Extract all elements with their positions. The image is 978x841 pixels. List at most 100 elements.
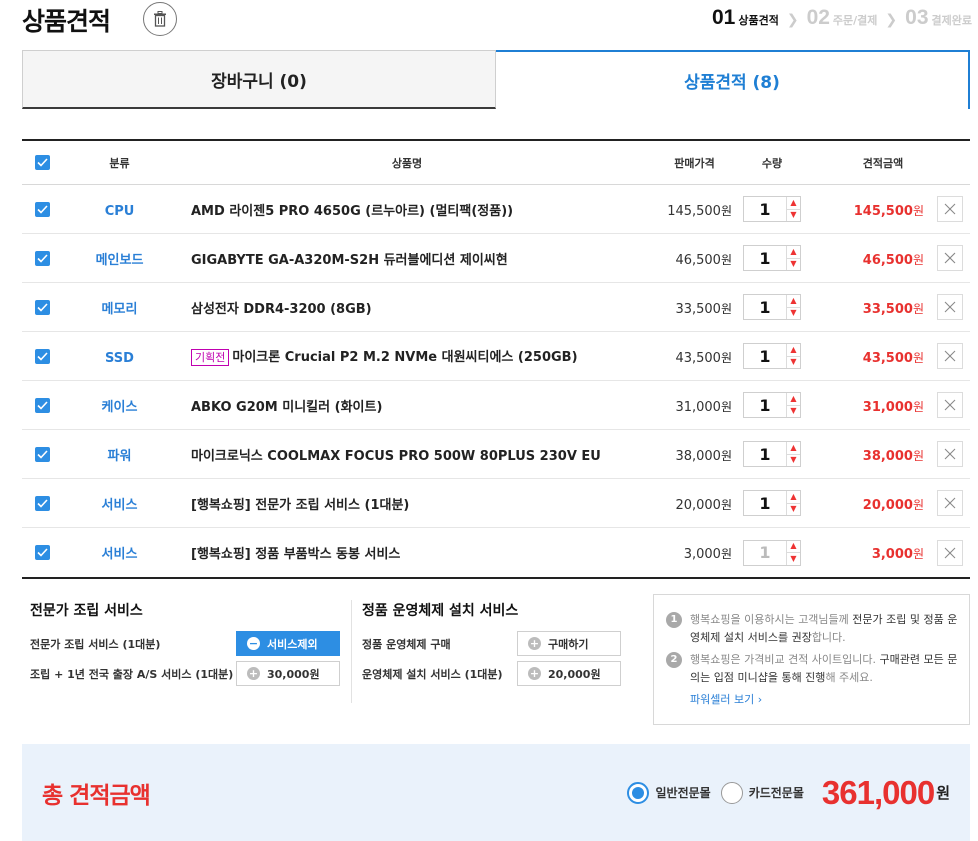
chevron-up-icon[interactable]: ▲ [787,295,800,307]
chevron-up-icon[interactable]: ▲ [787,393,800,405]
radio-general-mall[interactable]: 일반전문몰 [627,781,711,804]
quantity-value[interactable]: 1 [744,295,786,319]
row-category[interactable]: 서비스 [102,547,138,562]
os-install-add-button[interactable]: + 20,000원 [517,661,621,686]
row-category[interactable]: CPU [105,204,135,219]
check-icon [36,548,48,557]
chevron-up-icon[interactable]: ▲ [787,197,800,209]
tab-quote[interactable]: 상품견적 (8) [496,50,970,109]
radio-general-label: 일반전문몰 [655,786,711,800]
os-purchase-button[interactable]: + 구매하기 [517,631,621,656]
quantity-value[interactable]: 1 [744,197,786,221]
won-unit: 원 [720,547,732,561]
header-total: 견적금액 [862,156,904,170]
plus-circle-icon: + [528,637,541,650]
plus-circle-icon: + [247,667,260,680]
delete-row-button[interactable] [937,245,963,271]
row-product-name[interactable]: AMD 라이젠5 PRO 4650G (르누아르) (멀티팩(정품)) [191,204,513,219]
row-checkbox[interactable] [34,446,50,462]
promo-badge: 기획전 [191,349,230,366]
quantity-value[interactable]: 1 [744,541,786,565]
grand-total-amount: 361,000 [821,773,935,811]
row-product-name[interactable]: 삼성전자 DDR4-3200 (8GB) [191,302,372,317]
delete-row-button[interactable] [937,294,963,320]
row-category[interactable]: SSD [105,351,134,366]
table-row: 서비스 [행복쇼핑] 정품 부품박스 동봉 서비스 3,000원 1 ▲ ▼ 3,000원 [22,528,970,577]
chevron-up-icon[interactable]: ▲ [787,491,800,503]
row-checkbox[interactable] [34,545,50,560]
total-bar: 총 견적금액 일반전문몰 카드전문몰 361,000 원 [22,744,970,841]
row-price: 20,000 [675,497,721,513]
won-unit: 원 [720,448,732,463]
row-category[interactable]: 케이스 [102,400,138,415]
row-checkbox[interactable] [34,201,50,217]
row-product-name[interactable]: [행복쇼핑] 정품 부품박스 동봉 서비스 [191,547,400,562]
delete-row-button[interactable] [937,343,963,369]
chevron-down-icon[interactable]: ▼ [787,208,800,222]
product-name-text: GIGABYTE GA-A320M-S2H 듀러블에디션 제이씨현 [191,252,508,268]
delete-row-button[interactable] [937,441,963,467]
quantity-stepper[interactable]: 1 ▲ ▼ [743,245,801,271]
row-product-name[interactable]: 기획전 마이크론 Crucial P2 M.2 NVMe 대원씨티에스 (250G… [191,349,578,366]
select-all-checkbox[interactable] [34,155,50,170]
row-product-name[interactable]: ABKO G20M 미니킬러 (화이트) [191,400,382,415]
page-title: 상품견적 [22,7,111,36]
chevron-down-icon[interactable]: ▼ [787,552,800,565]
chevron-up-icon[interactable]: ▲ [787,246,800,258]
product-name-text: 마이크론 Crucial P2 M.2 NVMe 대원씨티에스 (250GB) [232,350,578,365]
row-checkbox[interactable] [34,250,50,266]
assembly-as-add-button[interactable]: + 30,000원 [236,661,340,686]
quantity-stepper[interactable]: 1 ▲ ▼ [743,490,801,516]
chevron-down-icon[interactable]: ▼ [787,257,800,271]
product-name-text: 삼성전자 DDR4-3200 (8GB) [191,301,372,317]
row-category[interactable]: 메인보드 [96,253,144,268]
delete-row-button[interactable] [937,539,963,566]
row-checkbox[interactable] [34,397,50,413]
quantity-stepper[interactable]: 1 ▲ ▼ [743,441,801,467]
radio-card-mall[interactable]: 카드전문몰 [720,781,804,804]
service-exclude-button[interactable]: − 서비스제외 [236,631,340,656]
quantity-stepper[interactable]: 1 ▲ ▼ [743,392,801,418]
trash-button[interactable] [143,2,177,36]
quantity-value[interactable]: 1 [744,393,786,417]
row-price: 46,500 [675,252,721,268]
close-icon [944,497,956,509]
chevron-down-icon[interactable]: ▼ [787,355,800,369]
row-category[interactable]: 서비스 [102,498,138,513]
close-icon [944,203,956,215]
row-product-name[interactable]: GIGABYTE GA-A320M-S2H 듀러블에디션 제이씨현 [191,253,508,268]
row-checkbox[interactable] [34,299,50,315]
row-product-name[interactable]: 마이크로닉스 COOLMAX FOCUS PRO 500W 80PLUS 230… [191,449,601,464]
trash-icon [154,11,166,27]
quantity-value[interactable]: 1 [744,491,786,515]
chevron-down-icon[interactable]: ▼ [787,306,800,320]
quantity-stepper[interactable]: 1 ▲ ▼ [743,294,801,320]
tab-cart[interactable]: 장바구니 (0) [22,50,496,109]
minus-circle-icon: − [247,637,260,650]
chevron-down-icon[interactable]: ▼ [787,502,800,516]
row-checkbox[interactable] [34,348,50,364]
chevron-down-icon[interactable]: ▼ [787,404,800,418]
quantity-value[interactable]: 1 [744,246,786,270]
row-checkbox[interactable] [34,495,50,511]
delete-row-button[interactable] [937,196,963,222]
delete-row-button[interactable] [937,392,963,418]
quantity-stepper[interactable]: 1 ▲ ▼ [743,539,801,566]
chevron-up-icon[interactable]: ▲ [787,344,800,356]
power-seller-link[interactable]: 파워셀러 보기 › [690,691,959,707]
row-product-name[interactable]: [행복쇼핑] 전문가 조립 서비스 (1대분) [191,498,409,513]
quantity-value[interactable]: 1 [744,344,786,368]
row-category[interactable]: 메모리 [102,302,138,317]
delete-row-button[interactable] [937,490,963,516]
won-unit: 원 [912,301,924,316]
header-name: 상품명 [391,156,423,170]
row-category[interactable]: 파워 [108,449,132,464]
chevron-up-icon[interactable]: ▲ [787,541,800,553]
quantity-stepper[interactable]: 1 ▲ ▼ [743,196,801,222]
product-name-text: ABKO G20M 미니킬러 (화이트) [191,399,383,415]
chevron-down-icon[interactable]: ▼ [787,453,800,467]
quantity-stepper[interactable]: 1 ▲ ▼ [743,343,801,369]
quantity-value[interactable]: 1 [744,442,786,466]
chevron-up-icon[interactable]: ▲ [787,442,800,454]
product-name-text: [행복쇼핑] 전문가 조립 서비스 (1대분) [191,497,410,513]
